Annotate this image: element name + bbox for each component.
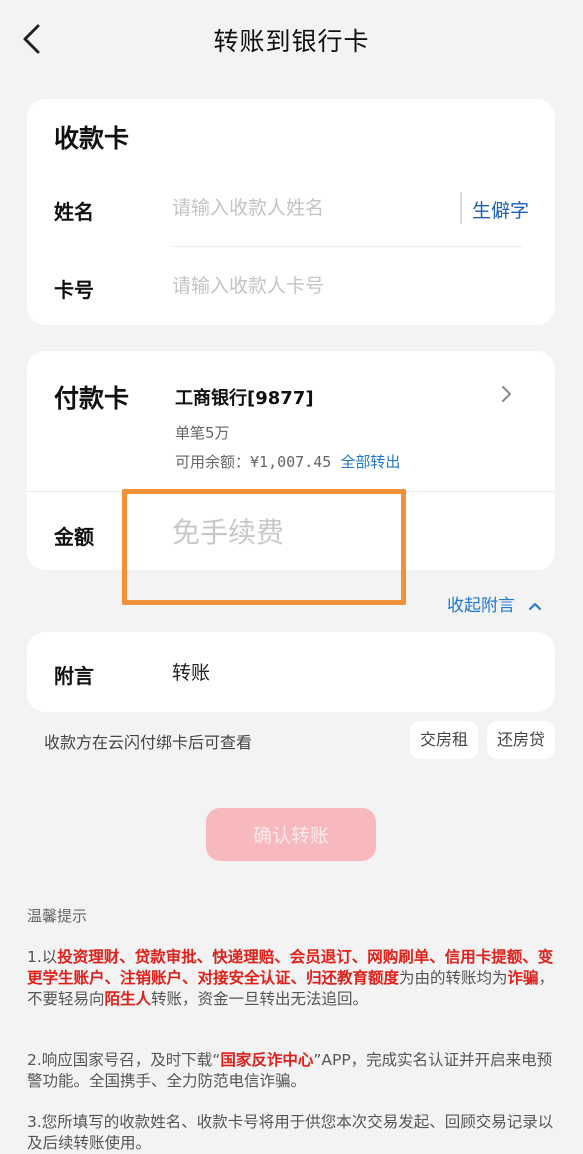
top-bar: 转账到银行卡 <box>0 0 583 80</box>
page-title: 转账到银行卡 <box>213 27 370 56</box>
payee-card: 收款卡 姓名 生僻字 卡号 <box>27 99 555 325</box>
collapse-note-toggle[interactable]: 收起附言 <box>447 591 542 616</box>
payee-name-input[interactable] <box>172 193 452 223</box>
note-card: 附言 <box>27 632 555 712</box>
row-divider <box>172 246 522 247</box>
row-divider <box>27 491 555 492</box>
payer-bank-name[interactable]: 工商银行[9877] <box>175 384 314 410</box>
balance-label: 可用余额： <box>175 453 251 471</box>
chevron-right-icon[interactable] <box>500 384 514 404</box>
name-label: 姓名 <box>54 200 94 224</box>
chevron-up-icon <box>529 603 542 610</box>
collapse-note-label: 收起附言 <box>447 596 515 616</box>
note-hint: 收款方在云闪付绑卡后可查看 <box>44 733 253 752</box>
tip-1: 1.以投资理财、贷款审批、快递理赔、会员退订、网购刷单、信用卡提额、变更学生账户… <box>27 948 555 1008</box>
amount-input[interactable] <box>172 511 512 553</box>
payee-card-input[interactable] <box>172 271 512 301</box>
balance-value: ¥1,007.45 <box>250 453 332 471</box>
chip-mortgage[interactable]: 还房贷 <box>487 721 555 759</box>
confirm-transfer-button[interactable]: 确认转账 <box>206 808 376 861</box>
payee-section-title: 收款卡 <box>54 124 130 153</box>
chip-rent[interactable]: 交房租 <box>410 721 478 759</box>
note-input[interactable] <box>172 656 512 686</box>
tip-2: 2.响应国家号召，及时下载“国家反诈中心”APP，完成实名认证并开启来电预警功能… <box>27 1051 553 1090</box>
payer-card: 付款卡 工商银行[9877] 单笔5万 可用余额：¥1,007.45 全部转出 … <box>27 351 555 570</box>
tip-3: 3.您所填写的收款姓名、收款卡号将用于供您本次交易发起、回顾交易记录以及后续转账… <box>27 1113 554 1152</box>
transfer-all-link[interactable]: 全部转出 <box>340 453 400 471</box>
tips-title: 温馨提示 <box>27 907 88 925</box>
balance-row: 可用余额：¥1,007.45 全部转出 <box>175 451 400 472</box>
note-label: 附言 <box>54 664 94 688</box>
payer-section-title: 付款卡 <box>54 384 130 413</box>
single-limit-text: 单笔5万 <box>175 424 230 442</box>
amount-label: 金额 <box>54 525 94 549</box>
card-number-label: 卡号 <box>54 278 94 302</box>
field-divider <box>460 192 462 224</box>
rare-char-button[interactable]: 生僻字 <box>472 196 529 223</box>
